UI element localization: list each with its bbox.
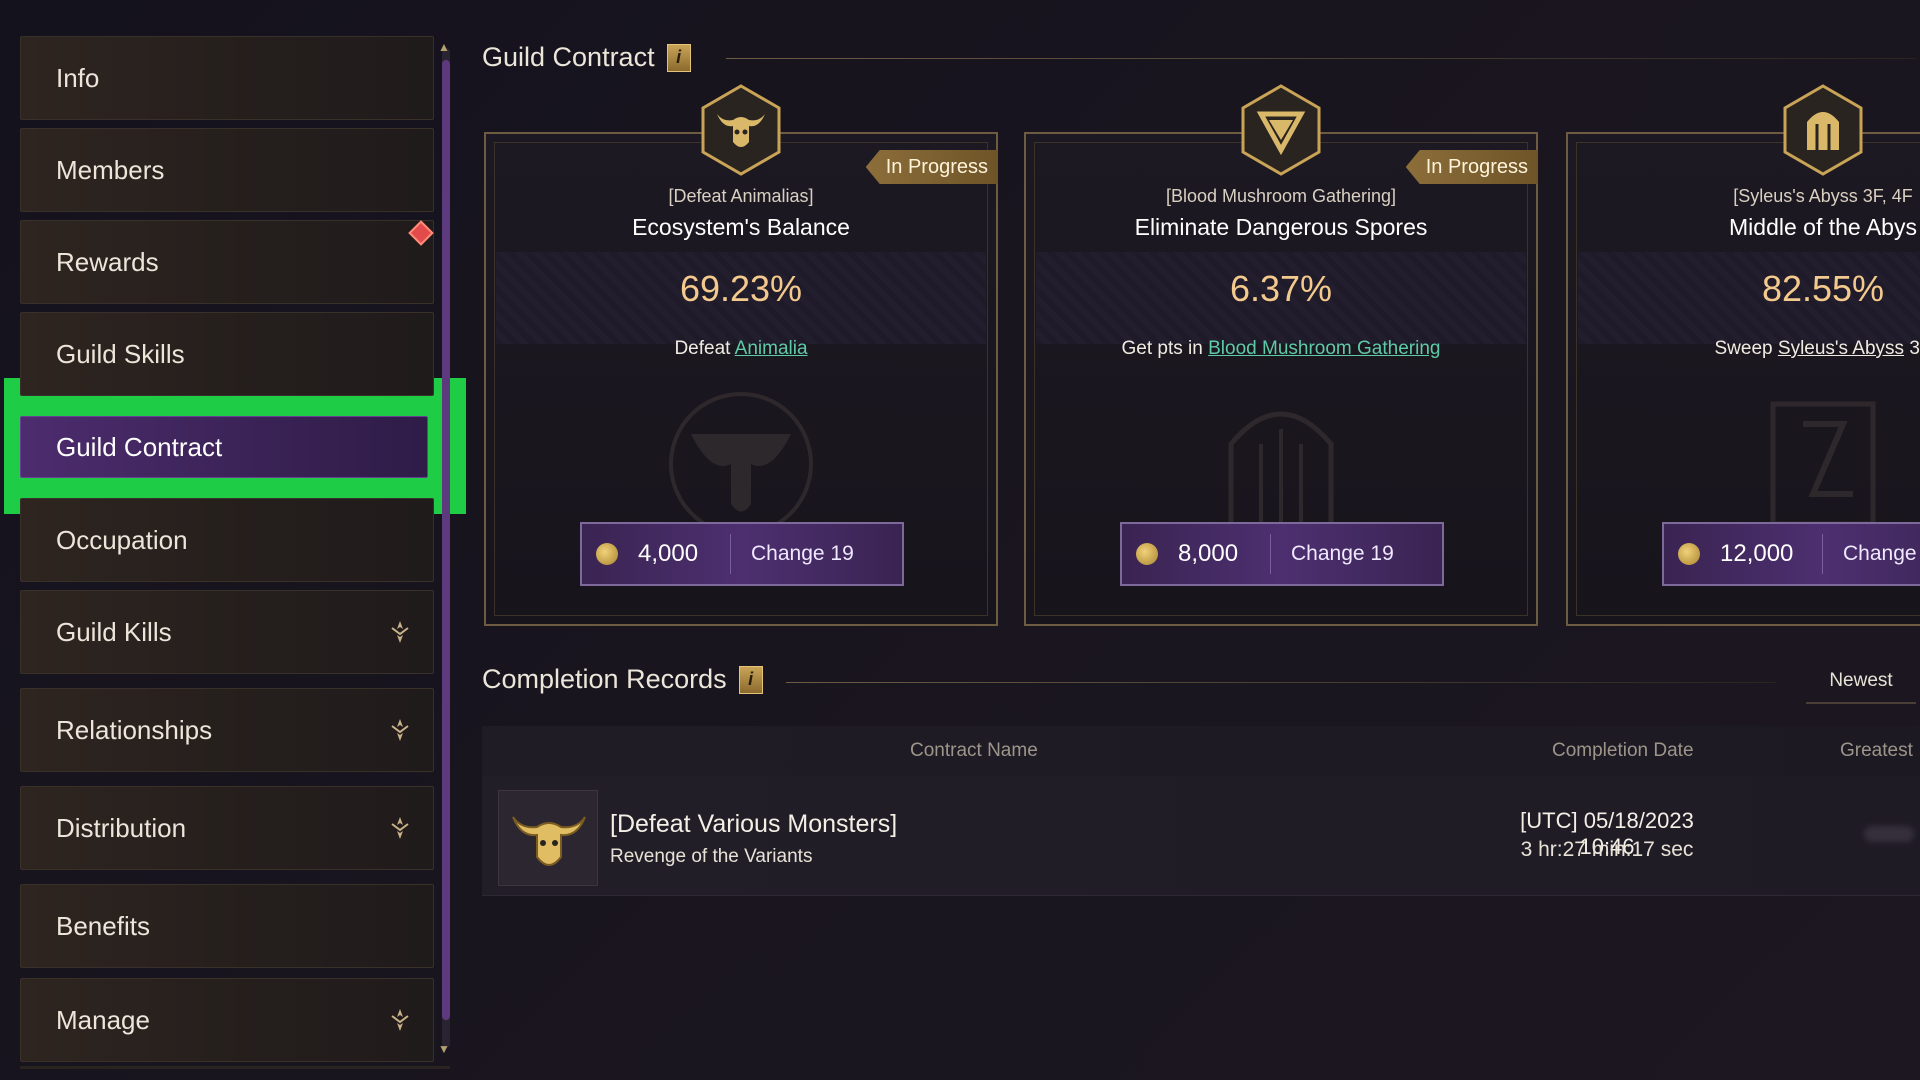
description-link[interactable]: Blood Mushroom Gathering [1208, 338, 1440, 359]
sidebar-item-label: Relationships [56, 714, 213, 745]
watermark-emblem-icon [669, 392, 813, 536]
progress-percent: 82.55% [1761, 268, 1885, 309]
coin-icon [1136, 543, 1158, 565]
sidebar-item-relationships[interactable]: Relationships [20, 688, 434, 772]
change-contract-button[interactable]: 12,000 Change [1662, 522, 1920, 586]
column-header-completion-date: Completion Date [1552, 740, 1694, 761]
sidebar-item-guild-kills[interactable]: Guild Kills [20, 590, 434, 674]
sidebar: Info Members Rewards Guild Skills Guild … [0, 0, 470, 1080]
contract-name: Ecosystem's Balance [632, 214, 850, 240]
sidebar-item-label: Guild Contract [56, 431, 223, 462]
divider [786, 682, 1776, 683]
completion-records-heading: Completion Records i [482, 664, 763, 695]
info-icon[interactable]: i [738, 665, 763, 694]
scroll-thumb[interactable] [442, 60, 450, 1020]
section-title: Guild Contract [482, 42, 655, 72]
watermark-emblem-icon [1770, 401, 1876, 527]
record-greatest-value [1864, 826, 1914, 842]
record-icon-frame [498, 790, 598, 886]
divider [726, 58, 1916, 59]
progress-percent: 69.23% [679, 268, 803, 309]
sidebar-item-label: Guild Kills [56, 616, 172, 647]
sidebar-item-occupation[interactable]: Occupation [20, 498, 434, 582]
description-suffix: 3F [1909, 338, 1920, 359]
sidebar-item-label: Guild Skills [56, 338, 185, 369]
sidebar-item-label: Benefits [56, 910, 150, 941]
sidebar-item-info[interactable]: Info [20, 36, 434, 120]
section-title: Completion Records [482, 664, 727, 694]
change-contract-button[interactable]: 4,000 Change 19 [580, 522, 904, 586]
contract-category: [Blood Mushroom Gathering] [1165, 186, 1397, 206]
change-label: Change 19 [1291, 542, 1394, 565]
sidebar-item-label: Manage [56, 1004, 150, 1035]
status-badge: In Progress [865, 150, 998, 184]
status-badge: In Progress [1405, 150, 1538, 184]
contract-description: Get pts in Blood Mushroom Gathering [1026, 338, 1536, 360]
contract-category: [Syleus's Abyss 3F, 4F [1733, 186, 1913, 206]
divider [1822, 534, 1823, 574]
guild-contract-heading: Guild Contract i [482, 42, 691, 73]
card-clip: [Syleus's Abyss 3F, 4F Middle of the Aby… [1564, 80, 1920, 640]
contract-description: Sweep Syleus's Abyss 3F [1568, 338, 1920, 360]
sidebar-item-label: Distribution [56, 812, 187, 843]
change-label: Change [1843, 542, 1917, 565]
sidebar-scrollbar[interactable]: ▲ ▼ [438, 40, 450, 1056]
progress-percent: 6.37% [1229, 268, 1333, 309]
contract-category: [Defeat Animalias] [668, 186, 814, 206]
contract-name: Eliminate Dangerous Spores [1134, 214, 1428, 240]
sidebar-item-label: Members [56, 154, 165, 185]
description-text: Defeat [674, 338, 731, 359]
shield-triangle-icon [1241, 84, 1321, 176]
gate-icon [1783, 84, 1863, 176]
watermark-gate-icon [1228, 411, 1334, 537]
divider [730, 534, 731, 574]
expand-icon [391, 817, 409, 839]
divider [1270, 534, 1271, 574]
change-contract-button[interactable]: 8,000 Change 19 [1120, 522, 1444, 586]
record-duration: 3 hr:27 min:17 sec [1520, 838, 1694, 861]
info-icon[interactable]: i [666, 43, 691, 72]
coin-icon [1678, 543, 1700, 565]
sidebar-item-guild-contract[interactable]: Guild Contract [20, 416, 428, 478]
coin-icon [596, 543, 618, 565]
scroll-up-icon[interactable]: ▲ [438, 40, 450, 54]
column-header-greatest: Greatest [1840, 740, 1913, 761]
sidebar-item-rewards[interactable]: Rewards [20, 220, 434, 304]
description-link[interactable]: Syleus's Abyss [1778, 338, 1904, 359]
sidebar-item-label: Occupation [56, 524, 188, 555]
description-text: Get pts in [1121, 338, 1203, 359]
contract-name: Middle of the Abys [1729, 214, 1917, 240]
records-table-header: Contract Name Completion Date Greatest [482, 726, 1920, 776]
description-link[interactable]: Animalia [735, 338, 808, 359]
sidebar-item-manage[interactable]: Manage [20, 978, 434, 1062]
sidebar-item-benefits[interactable]: Benefits [20, 884, 434, 968]
reward-amount: 12,000 [1720, 540, 1794, 567]
sidebar-item-label: Rewards [56, 246, 159, 277]
reward-amount: 4,000 [638, 540, 699, 567]
reward-amount: 8,000 [1178, 540, 1239, 567]
description-text: Sweep [1714, 338, 1773, 359]
sidebar-item-label: Info [56, 62, 100, 93]
scroll-down-icon[interactable]: ▼ [438, 1042, 450, 1056]
expand-icon [391, 621, 409, 643]
expand-icon [391, 719, 409, 741]
expand-icon [391, 1009, 409, 1031]
record-category: [Defeat Various Monsters] [610, 810, 898, 838]
change-label: Change 19 [751, 542, 854, 565]
contract-description: Defeat Animalia [486, 338, 996, 360]
sidebar-item-distribution[interactable]: Distribution [20, 786, 434, 870]
sidebar-item-members[interactable]: Members [20, 128, 434, 212]
contract-card[interactable]: In Progress [Defeat Animalias] Ecosystem… [484, 84, 998, 626]
bull-skull-icon [701, 84, 781, 176]
sort-dropdown[interactable]: Newest [1806, 658, 1916, 704]
contract-card[interactable]: In Progress [Blood Mushroom Gathering] E… [1024, 84, 1538, 626]
record-name: Revenge of the Variants [610, 846, 813, 867]
contract-card[interactable]: [Syleus's Abyss 3F, 4F Middle of the Aby… [1566, 84, 1920, 626]
table-row[interactable]: [Defeat Various Monsters] Revenge of the… [482, 776, 1920, 896]
divider [20, 1066, 450, 1069]
bull-skull-icon [512, 816, 586, 866]
sidebar-item-guild-skills[interactable]: Guild Skills [20, 312, 434, 396]
column-header-contract-name: Contract Name [910, 740, 1038, 761]
